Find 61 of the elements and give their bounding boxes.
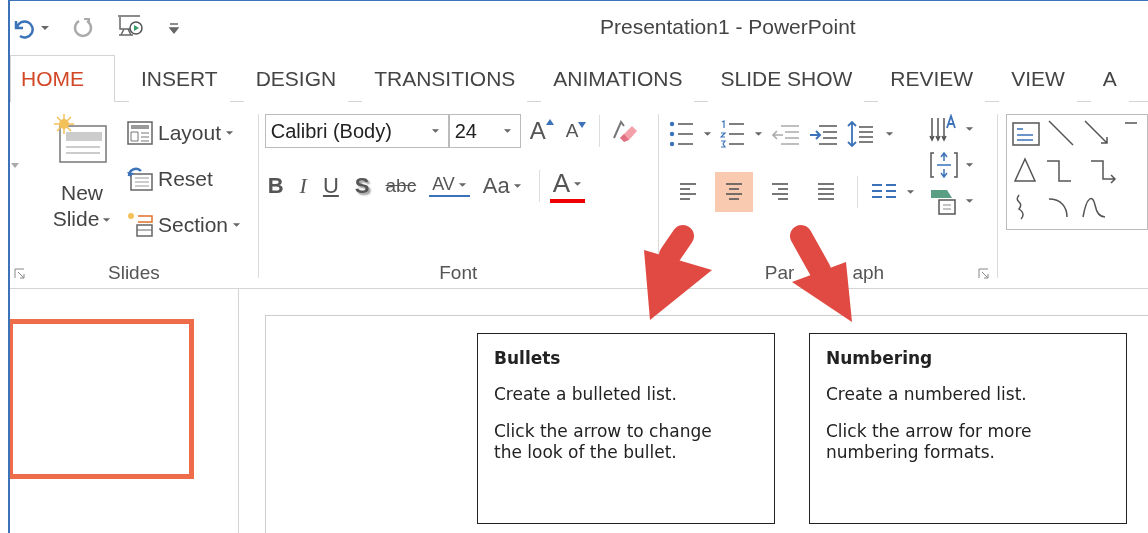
- format-button[interactable]: AV: [429, 174, 470, 197]
- tooltip-title: Bullets: [494, 348, 562, 368]
- caret-icon[interactable]: [905, 189, 915, 195]
- caret-icon: [502, 128, 512, 134]
- caret-icon: [512, 182, 522, 189]
- customize-icon[interactable]: [168, 21, 180, 35]
- tooltip-text: Create a bulleted list.: [494, 384, 678, 405]
- caret-icon: [430, 128, 440, 134]
- caret-icon: [573, 180, 583, 187]
- window-title: Presentation1 - PowerPoint: [600, 15, 856, 39]
- slide-thumbnail[interactable]: [10, 319, 194, 479]
- dialog-launcher-icon[interactable]: [14, 267, 25, 279]
- caret-icon[interactable]: [964, 198, 974, 204]
- increase-indent-icon[interactable]: [808, 122, 839, 146]
- caret-icon: [102, 217, 112, 224]
- format-button[interactable]: I: [296, 172, 310, 199]
- caret-icon: [457, 181, 467, 188]
- command-button[interactable]: Section: [124, 206, 244, 244]
- tooltip-title: Numbering: [826, 348, 934, 368]
- ribbon-tab[interactable]: HOME: [10, 55, 115, 102]
- tooltip-text: Create a numbered list.: [826, 384, 1028, 405]
- group-label: Par: [764, 262, 795, 284]
- up-triangle-icon: [545, 119, 554, 125]
- text-direction-icon[interactable]: [928, 114, 959, 144]
- undo-icon[interactable]: [12, 17, 34, 39]
- caret-icon: [225, 130, 235, 136]
- format-button[interactable]: U: [319, 172, 342, 199]
- reset-icon: [126, 166, 154, 192]
- format-button[interactable]: abc: [382, 174, 420, 197]
- caret-icon[interactable]: [702, 131, 712, 137]
- layout-icon: [126, 120, 154, 146]
- bullets-icon[interactable]: [668, 120, 695, 148]
- caret-icon[interactable]: [753, 131, 763, 137]
- caret-icon[interactable]: [964, 126, 974, 132]
- numbering-icon[interactable]: [719, 120, 746, 148]
- dialog-launcher-icon[interactable]: [978, 267, 989, 279]
- align-text-icon[interactable]: [928, 150, 959, 180]
- tooltip-text: Click the arrow to change the look of the bullet.: [494, 421, 713, 463]
- tooltip-text: Click the arrow for more numbering formats.: [826, 421, 1033, 463]
- format-button[interactable]: S: [351, 172, 373, 199]
- new-slide-button[interactable]: New Slide: [40, 114, 124, 232]
- section-icon: [126, 211, 154, 239]
- caret-icon: [232, 222, 242, 228]
- align-button[interactable]: [714, 172, 753, 212]
- caret-icon[interactable]: [964, 162, 974, 168]
- command-button[interactable]: Reset: [124, 160, 244, 198]
- format-button[interactable]: B: [264, 172, 287, 199]
- group-label: Font: [439, 262, 478, 284]
- command-button[interactable]: Layout: [124, 114, 244, 152]
- font-size-field[interactable]: 24: [448, 114, 521, 148]
- group-label: Slides: [108, 262, 160, 284]
- caret-icon[interactable]: [40, 25, 50, 31]
- format-button[interactable]: Aa: [479, 172, 525, 199]
- group-label: aph: [852, 262, 885, 284]
- new-slide-icon: [54, 114, 110, 166]
- grow-font-button[interactable]: A: [526, 117, 557, 145]
- font-color-button[interactable]: A: [549, 168, 586, 203]
- caret-icon[interactable]: [884, 131, 894, 137]
- shrink-font-button[interactable]: A: [562, 120, 590, 142]
- down-triangle-icon: [578, 122, 587, 128]
- font-name-field[interactable]: Calibri (Body): [264, 114, 449, 148]
